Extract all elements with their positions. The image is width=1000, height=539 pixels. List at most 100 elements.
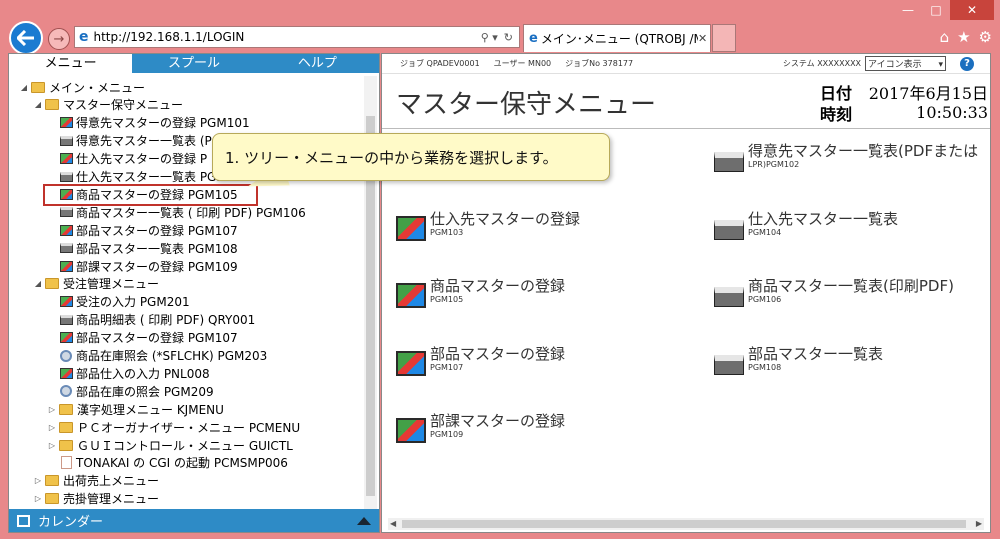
monitor-icon xyxy=(59,260,73,273)
collapsed-arrow-icon[interactable]: ▷ xyxy=(47,423,57,432)
browser-tab[interactable]: e メイン･メニュー (QTROBJ /M... ✕ xyxy=(523,24,711,52)
gear-glyph xyxy=(60,385,72,398)
tab-help[interactable]: ヘルプ xyxy=(256,54,379,73)
tree-item[interactable]: 受注の入力 PGM201 xyxy=(59,293,190,311)
close-icon[interactable]: ✕ xyxy=(950,0,994,20)
calendar-bar[interactable]: カレンダー xyxy=(9,509,379,532)
url-text[interactable]: http://192.168.1.1/LOGIN xyxy=(94,30,481,44)
menu-card-title[interactable]: 部品マスター一覧表 xyxy=(748,345,883,363)
page-title: マスター保守メニュー xyxy=(396,90,657,120)
menu-card-title[interactable]: 得意先マスター一覧表(PDFまたは xyxy=(748,142,978,160)
home-icon[interactable]: ⌂ xyxy=(940,28,950,46)
gear-icon[interactable]: ⚙ xyxy=(979,28,992,46)
minimize-icon[interactable]: — xyxy=(894,0,922,20)
folder-icon xyxy=(59,439,73,451)
menu-card-code: PGM108 xyxy=(748,363,782,372)
menu-card[interactable]: 部品マスター一覧表 PGM108 xyxy=(714,345,883,375)
menu-card-title[interactable]: 商品マスターの登録 xyxy=(430,277,565,295)
scroll-right-icon[interactable]: ▶ xyxy=(976,519,982,528)
menu-card-title[interactable]: 仕入先マスター一覧表 xyxy=(748,210,898,228)
tree-folder[interactable]: ◢ マスター保守メニュー xyxy=(33,96,183,114)
folder-icon xyxy=(45,493,59,505)
tab-close-icon[interactable]: ✕ xyxy=(698,32,710,45)
time-label: 時刻 xyxy=(820,104,853,124)
menu-card[interactable]: 商品マスター一覧表(印刷PDF) PGM106 xyxy=(714,277,954,307)
maximize-icon[interactable]: □ xyxy=(922,0,950,20)
menu-card-title[interactable]: 仕入先マスターの登録 xyxy=(430,210,580,228)
tree-folder[interactable]: ▷ ＰＣオーガナイザー・メニュー PCMENU xyxy=(47,418,300,436)
tree-folder[interactable]: ▷ ＧＵＩコントロール・メニュー GUICTL xyxy=(47,436,293,454)
tab-spool[interactable]: スプール xyxy=(132,54,255,73)
collapsed-arrow-icon[interactable]: ▷ xyxy=(33,476,43,485)
menu-card-title[interactable]: 部課マスターの登録 xyxy=(430,412,565,430)
tree-folder[interactable]: ◢ メイン・メニュー xyxy=(19,78,145,96)
menu-card-code: LPR)PGM102 xyxy=(748,160,800,169)
forward-icon[interactable]: → xyxy=(48,28,70,50)
refresh-icon[interactable]: ↻ xyxy=(504,31,513,44)
tree-item[interactable]: 部品在庫の照会 PGM209 xyxy=(59,382,214,400)
printer-glyph xyxy=(59,243,73,254)
left-panel: メニュー スプール ヘルプ ◢ メイン・メニュー ◢ マスター保守メニュー 得意先マスタ… xyxy=(8,53,380,533)
tree-item[interactable]: 部課マスターの登録 PGM109 xyxy=(59,257,238,275)
tree-item[interactable]: 部品マスター一覧表 PGM108 xyxy=(59,239,238,257)
monitor-icon xyxy=(59,224,73,237)
collapse-up-icon[interactable] xyxy=(357,516,371,525)
tree-item[interactable]: 部品マスターの登録 PGM107 xyxy=(59,329,238,347)
doc-glyph xyxy=(60,456,72,470)
back-icon[interactable] xyxy=(9,21,43,55)
collapsed-arrow-icon[interactable]: ▷ xyxy=(47,405,57,414)
h-scroll-thumb[interactable] xyxy=(402,520,966,528)
tree-item-label: 部品仕入の入力 PNL008 xyxy=(76,366,210,381)
user-label: ユーザー MN00 xyxy=(493,59,552,68)
monitor-icon xyxy=(59,116,73,129)
menu-card-title[interactable]: 商品マスター一覧表(印刷PDF) xyxy=(748,277,954,295)
tree-item[interactable]: 部品仕入の入力 PNL008 xyxy=(59,364,210,382)
new-tab-button[interactable] xyxy=(712,24,736,52)
search-icon[interactable]: ⚲ ▾ xyxy=(481,31,498,44)
star-icon[interactable]: ★ xyxy=(957,28,970,46)
menu-card[interactable]: 部品マスターの登録 PGM107 xyxy=(396,345,565,376)
expanded-arrow-icon[interactable]: ◢ xyxy=(19,83,29,92)
left-tabs: メニュー スプール ヘルプ xyxy=(9,54,379,73)
menu-card[interactable]: 仕入先マスターの登録 PGM103 xyxy=(396,210,580,241)
menu-card[interactable]: 得意先マスター一覧表(PDFまたは LPR)PGM102 xyxy=(714,142,978,172)
icon-display-select[interactable]: アイコン表示 ▾ xyxy=(865,56,946,71)
tree-item-label: 部品マスターの登録 PGM107 xyxy=(76,331,238,346)
printer-glyph xyxy=(59,135,73,146)
collapsed-arrow-icon[interactable]: ▷ xyxy=(33,494,43,503)
menu-card-code: PGM109 xyxy=(430,430,464,439)
tree-item[interactable]: 商品明細表 ( 印刷 PDF) QRY001 xyxy=(59,311,255,329)
tree-folder[interactable]: ▷ 漢字処理メニュー KJMENU xyxy=(47,400,224,418)
datetime-block: 日付 2017年6月15日 時刻 10:50:33 xyxy=(820,81,988,124)
tree-folder[interactable]: ◢ 受注管理メニュー xyxy=(33,275,159,293)
horizontal-scrollbar[interactable]: ◀ ▶ xyxy=(388,518,984,530)
tree-item[interactable]: 部品マスターの登録 PGM107 xyxy=(59,221,238,239)
monitor-icon xyxy=(59,152,73,165)
printer-icon xyxy=(714,355,744,375)
menu-card-title[interactable]: 部品マスターの登録 xyxy=(430,345,565,363)
address-bar[interactable]: e http://192.168.1.1/LOGIN ⚲ ▾ ↻ xyxy=(74,26,520,48)
collapsed-arrow-icon[interactable]: ▷ xyxy=(47,441,57,450)
window-controls: — □ ✕ xyxy=(894,0,994,20)
expanded-arrow-icon[interactable]: ◢ xyxy=(33,279,43,288)
tree-folder[interactable]: ▷ 売掛管理メニュー xyxy=(33,490,159,508)
system-label: システム XXXXXXXX xyxy=(782,59,862,68)
scroll-left-icon[interactable]: ◀ xyxy=(390,519,396,528)
menu-card[interactable]: 仕入先マスター一覧表 PGM104 xyxy=(714,210,898,240)
tab-menu[interactable]: メニュー xyxy=(9,54,133,73)
tree-item-label: 部品マスター一覧表 PGM108 xyxy=(76,241,238,256)
tree-folder[interactable]: ▷ 出荷売上メニュー xyxy=(33,472,159,490)
menu-card[interactable]: 部課マスターの登録 PGM109 xyxy=(396,412,565,443)
tree-item[interactable]: 商品在庫照会 (*SFLCHK) PGM203 xyxy=(59,347,267,365)
tree-item[interactable]: 仕入先マスターの登録 P xyxy=(59,150,207,168)
tree-item-label: 売掛管理メニュー xyxy=(63,492,160,507)
expanded-arrow-icon[interactable]: ◢ xyxy=(33,100,43,109)
menu-card-code: PGM106 xyxy=(748,295,782,304)
printer-glyph xyxy=(59,207,73,218)
tree-item[interactable]: TONAKAI の CGI の起動 PCMSMP006 xyxy=(59,454,288,472)
tree-item[interactable]: 得意先マスターの登録 PGM101 xyxy=(59,114,250,132)
ie-icon: e xyxy=(79,29,89,45)
tree-item[interactable]: 得意先マスター一覧表 (P xyxy=(59,132,212,150)
menu-card[interactable]: 商品マスターの登録 PGM105 xyxy=(396,277,565,308)
help-icon[interactable]: ? xyxy=(960,56,974,71)
